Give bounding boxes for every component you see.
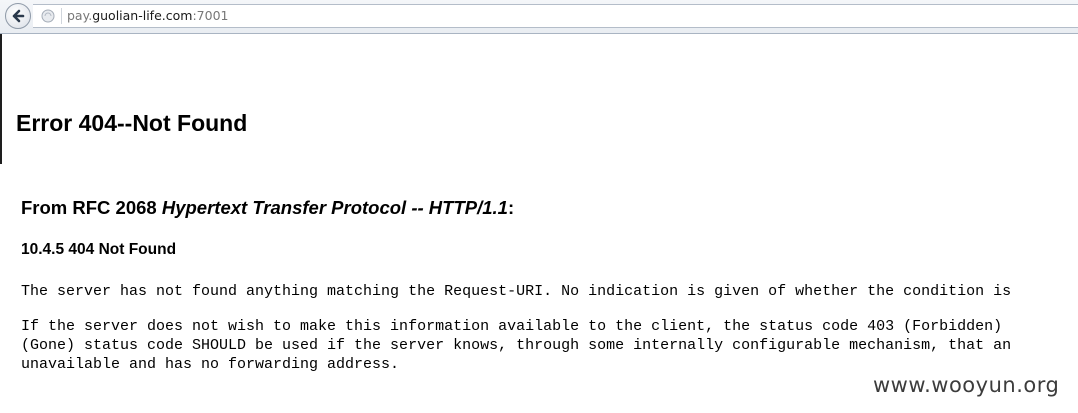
url-host: guolian-life.com (92, 8, 193, 23)
url-suffix: :7001 (192, 8, 229, 23)
browser-toolbar: pay.guolian-life.com:7001 (0, 0, 1078, 34)
watermark: www.wooyun.org (873, 373, 1060, 397)
rfc-suffix: : (507, 197, 515, 218)
rfc-title: Hypertext Transfer Protocol -- HTTP/1.1 (161, 197, 508, 218)
back-button[interactable] (5, 3, 31, 29)
page-content: Error 404--Not Found From RFC 2068 Hyper… (0, 34, 1078, 413)
url-prefix: pay. (67, 8, 93, 23)
rfc-prefix: From RFC 2068 (21, 197, 162, 218)
section-heading: 10.4.5 404 Not Found (21, 241, 177, 258)
paragraph-2: If the server does not wish to make this… (21, 318, 1012, 373)
back-arrow-icon (12, 9, 25, 23)
page-title: Error 404--Not Found (16, 110, 248, 136)
rfc-heading: From RFC 2068 Hypertext Transfer Protoco… (21, 197, 514, 219)
paragraph-1: The server has not found anything matchi… (21, 283, 1012, 300)
url-divider (61, 8, 62, 24)
address-bar[interactable]: pay.guolian-life.com:7001 (33, 4, 1078, 28)
globe-icon (41, 9, 55, 23)
url-text[interactable]: pay.guolian-life.com:7001 (67, 8, 228, 24)
